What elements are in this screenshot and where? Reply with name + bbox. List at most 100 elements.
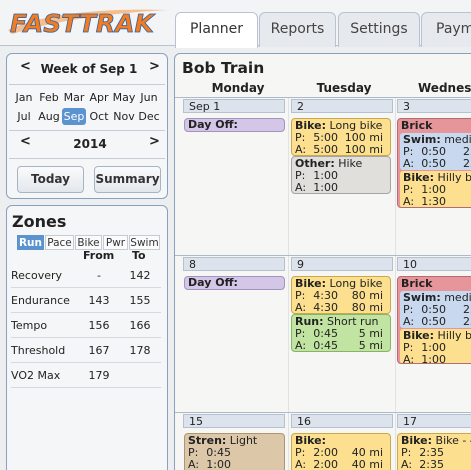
zone-from: -: [97, 269, 101, 282]
zone-tab-pwr[interactable]: Pwr: [103, 235, 128, 250]
day-number[interactable]: Sep 1: [183, 99, 285, 113]
workout-day-off[interactable]: Day Off:: [184, 118, 285, 132]
athlete-name: Bob Train: [182, 59, 265, 77]
workout-brick[interactable]: Brick Swim: medium P:0:502500 A:0:502500…: [397, 276, 471, 364]
month-jun[interactable]: Jun: [137, 89, 161, 106]
workout-label: Light: [229, 434, 258, 447]
workout-brick[interactable]: Brick Swim: medium P:0:502500 A:0:502500…: [397, 118, 471, 208]
week-label: Week of Sep 1: [40, 62, 138, 76]
month-aug[interactable]: Aug: [37, 108, 61, 125]
workout-type: Day Off:: [188, 118, 238, 131]
zone-row: Recovery - 142: [11, 269, 161, 282]
brick-label: Brick: [401, 119, 433, 132]
day-number[interactable]: 2: [291, 99, 393, 113]
fasttrak-logo[interactable]: FASTTRAK: [2, 4, 170, 40]
next-year-arrow[interactable]: >: [149, 134, 160, 149]
zone-from: 179: [88, 369, 110, 382]
month-jan[interactable]: Jan: [12, 89, 36, 106]
workout-day-off[interactable]: Day Off:: [184, 276, 285, 290]
planner-panel: Bob Train Monday Tuesday Wednesday Sep 1…: [174, 53, 471, 470]
zone-divider: [11, 362, 161, 363]
day-number[interactable]: 8: [183, 257, 285, 271]
month-apr[interactable]: Apr: [87, 89, 111, 106]
actual-distance: 30: [451, 196, 471, 207]
actual-time: 2:35: [419, 458, 444, 470]
planned-distance: 20: [451, 184, 471, 196]
workout-bike[interactable]: Bike: Long bike P: 4:30 80 mi A: 4:30 80 mi: [291, 276, 391, 314]
summary-button[interactable]: Summary: [94, 166, 161, 193]
tab-payments[interactable]: Paym: [421, 12, 471, 47]
zone-tab-swim[interactable]: Swim: [129, 235, 160, 250]
workout-bike[interactable]: Bike: Hilly bike P:1:00 A:1:00: [400, 329, 471, 364]
month-oct[interactable]: Oct: [87, 108, 111, 125]
brick-label: Brick: [401, 277, 433, 290]
day-number[interactable]: 16: [291, 414, 393, 428]
month-nov[interactable]: Nov: [112, 108, 136, 125]
zone-row: VO2 Max 179: [11, 369, 161, 382]
planned-distance: 40: [449, 447, 471, 459]
workout-strength[interactable]: Stren: Light P: 0:45 A: 1:00: [184, 433, 285, 470]
month-jul[interactable]: Jul: [12, 108, 36, 125]
actual-time: 1:30: [421, 195, 446, 208]
zone-divider: [11, 387, 161, 388]
today-button[interactable]: Today: [17, 166, 84, 193]
zone-divider: [11, 287, 161, 288]
zones-title: Zones: [12, 212, 67, 231]
prev-year-arrow[interactable]: <: [20, 134, 31, 149]
workout-bike[interactable]: Bike: Long bike P: 5:00 100 mi A: 5:00 100 m…: [291, 118, 391, 156]
actual-time: 5:00: [313, 143, 338, 156]
workout-swim[interactable]: Swim: medium P:0:502500 A:0:502500: [400, 133, 471, 170]
zone-from: 167: [88, 344, 110, 357]
workout-type: Day Off:: [188, 276, 238, 289]
actual-time: 0:50: [421, 315, 446, 328]
month-may[interactable]: May: [112, 89, 136, 106]
zone-tab-pace[interactable]: Pace: [45, 235, 74, 250]
day-header-tuesday: Tuesday: [316, 81, 372, 95]
tab-planner[interactable]: Planner: [175, 12, 258, 48]
actual-distance: 40 mi: [351, 458, 383, 470]
zones-col-from: From: [83, 249, 115, 262]
app-header: FASTTRAK Planner Reports Settings Paym: [0, 0, 471, 48]
zone-name: Recovery: [11, 269, 63, 282]
next-week-arrow[interactable]: >: [149, 59, 160, 74]
zone-tab-bike[interactable]: Bike: [75, 235, 102, 250]
actual-time: 2:00: [313, 458, 338, 470]
day-number[interactable]: 15: [183, 414, 285, 428]
zone-row: Threshold 167 178: [11, 344, 161, 357]
actual-time: 4:30: [313, 301, 338, 314]
workout-bike[interactable]: Bike: Hilly bike P:1:0020 A:1:3030: [400, 171, 471, 208]
zone-name: Tempo: [11, 319, 48, 332]
actual-distance: 40: [449, 459, 471, 470]
day-number[interactable]: 10: [397, 257, 471, 271]
tab-settings[interactable]: Settings: [338, 12, 420, 47]
actual-time: 1:00: [421, 353, 446, 364]
day-number[interactable]: 17: [397, 414, 471, 428]
workout-other[interactable]: Other: Hike P: 1:00 A: 1:00: [291, 156, 391, 194]
zone-divider: [11, 312, 161, 313]
actual-time: 1:00: [313, 181, 338, 194]
workout-bike[interactable]: Bike: P: 2:00 40 mi A: 2:00 40 mi: [291, 433, 391, 470]
actual-distance: 80 mi: [351, 301, 383, 314]
day-number[interactable]: 9: [291, 257, 393, 271]
workout-bike[interactable]: Bike: Bike - 40 P:2:3540 A:2:3540: [397, 433, 471, 470]
prev-week-arrow[interactable]: <: [20, 59, 31, 74]
month-sep[interactable]: Sep: [62, 108, 86, 125]
workout-run[interactable]: Run: Short run P: 0:45 5 mi A: 0:45 5 mi: [291, 314, 391, 352]
actual-distance: 2500: [463, 157, 471, 170]
zone-to: 142: [129, 269, 151, 282]
month-dec[interactable]: Dec: [137, 108, 161, 125]
divider: [9, 130, 165, 131]
actual-distance: 5 mi: [358, 339, 383, 352]
day-number[interactable]: 3: [397, 99, 471, 113]
column-divider: [288, 98, 289, 470]
week-divider: [175, 412, 471, 413]
month-feb[interactable]: Feb: [37, 89, 61, 106]
tab-reports[interactable]: Reports: [259, 12, 336, 47]
zone-from: 143: [88, 294, 110, 307]
week-divider: [175, 97, 471, 98]
month-mar[interactable]: Mar: [62, 89, 86, 106]
actual-time: 0:45: [313, 339, 338, 352]
zone-tab-run[interactable]: Run: [17, 235, 44, 250]
workout-swim[interactable]: Swim: medium P:0:502500 A:0:502500: [400, 291, 471, 328]
zone-from: 156: [88, 319, 110, 332]
